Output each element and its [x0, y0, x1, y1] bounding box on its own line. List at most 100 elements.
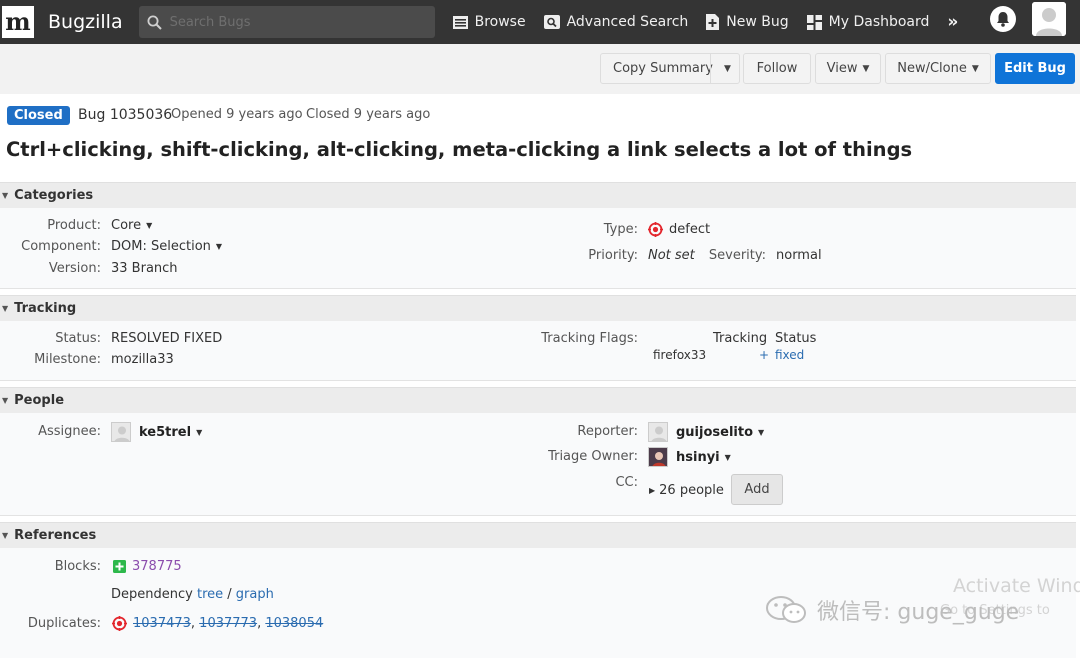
- top-nav: m Bugzilla Browse Advanced Search New Bu…: [0, 0, 1080, 44]
- product-text: Core: [111, 218, 142, 233]
- dependency-tree-link[interactable]: tree: [197, 587, 223, 602]
- milestone-label: Milestone:: [34, 352, 101, 367]
- reporter-dropdown-icon: ▼: [758, 427, 765, 437]
- product-dropdown-icon: ▼: [146, 221, 153, 230]
- reporter-value[interactable]: guijoselito ▼: [648, 422, 764, 442]
- collapse-triangle-icon: ▼: [2, 191, 9, 200]
- nav-advanced-search[interactable]: Advanced Search: [543, 14, 689, 30]
- search-box[interactable]: [138, 6, 435, 38]
- cc-toggle[interactable]: ▶ 26 people: [649, 483, 724, 498]
- duplicates-label: Duplicates:: [27, 616, 101, 631]
- browse-icon: [452, 15, 468, 29]
- new-bug-icon: [706, 14, 720, 30]
- cc-add-label: Add: [744, 482, 770, 497]
- opened-time: Opened 9 years ago: [171, 107, 303, 122]
- section-header-categories[interactable]: ▼ Categories: [0, 182, 1076, 208]
- search-input[interactable]: [169, 14, 410, 30]
- cc-add-button[interactable]: Add: [731, 474, 783, 505]
- section-body-people: Assignee: ke5trel ▼ Reporter: guijoselito…: [0, 413, 1076, 516]
- edit-bug-button[interactable]: Edit Bug: [995, 53, 1075, 84]
- reporter-avatar: [648, 422, 668, 442]
- view-button[interactable]: View ▼: [815, 53, 881, 84]
- bug-id[interactable]: Bug 1035036: [78, 107, 172, 123]
- flag-tracking-value[interactable]: +: [759, 348, 769, 362]
- copy-summary-dropdown-icon[interactable]: ▼: [724, 64, 731, 74]
- section-header-people[interactable]: ▼ People: [0, 387, 1076, 413]
- triage-owner-label: Triage Owner:: [548, 449, 638, 464]
- reporter-name: guijoselito: [676, 424, 754, 440]
- nav-my-dashboard[interactable]: My Dashboard: [806, 14, 930, 30]
- type-label: Type:: [603, 222, 638, 237]
- copy-summary-button[interactable]: Copy Summary ▼: [600, 53, 740, 84]
- nav-browse-label: Browse: [474, 14, 526, 30]
- triage-owner-value[interactable]: hsinyi ▼: [648, 447, 731, 467]
- priority-value: Not set: [648, 248, 695, 263]
- flag-status-value[interactable]: fixed: [775, 348, 804, 362]
- status-column-header: Status: [775, 331, 817, 346]
- section-title: People: [14, 393, 65, 408]
- nav-browse[interactable]: Browse: [452, 14, 526, 30]
- component-value[interactable]: DOM: Selection ▼: [111, 239, 222, 254]
- status-badge: Closed: [7, 106, 70, 125]
- section-body-categories: Product: Core ▼ Component: DOM: Selection…: [0, 208, 1076, 289]
- dependency-links: Dependency tree / graph: [111, 587, 274, 602]
- collapse-triangle-icon: ▼: [2, 304, 9, 313]
- app-name[interactable]: Bugzilla: [48, 11, 123, 33]
- triage-owner-dropdown-icon: ▼: [724, 452, 731, 462]
- nav-more-chevron-icon[interactable]: »: [947, 12, 958, 32]
- view-label: View: [826, 61, 858, 76]
- duplicate-bug-link[interactable]: 1038054: [265, 616, 323, 631]
- bug-summary[interactable]: Ctrl+clicking, shift-clicking, alt-click…: [6, 138, 912, 161]
- nav-advanced-search-label: Advanced Search: [566, 14, 689, 30]
- duplicate-bug-link[interactable]: 1037773: [199, 616, 257, 631]
- cc-count: 26 people: [659, 483, 724, 498]
- triage-owner-name: hsinyi: [676, 449, 720, 465]
- nav-new-bug[interactable]: New Bug: [706, 14, 789, 30]
- component-text: DOM: Selection: [111, 239, 211, 254]
- bug-toolbar: Copy Summary ▼ Follow View ▼ New/Clone ▼ E…: [0, 44, 1080, 94]
- flag-name: firefox33: [653, 348, 707, 362]
- follow-button[interactable]: Follow: [743, 53, 811, 84]
- priority-label: Priority:: [588, 248, 638, 263]
- mozilla-logo[interactable]: m: [2, 6, 34, 38]
- tracking-column-header: Tracking: [713, 331, 768, 346]
- product-value[interactable]: Core ▼: [111, 218, 152, 233]
- user-avatar[interactable]: [1032, 2, 1066, 36]
- assignee-label: Assignee:: [38, 424, 101, 439]
- reporter-label: Reporter:: [577, 424, 638, 439]
- component-dropdown-icon: ▼: [215, 242, 223, 251]
- dependency-graph-link[interactable]: graph: [236, 587, 274, 602]
- section-header-tracking[interactable]: ▼ Tracking: [0, 295, 1076, 321]
- assignee-dropdown-icon: ▼: [196, 427, 203, 437]
- assignee-value[interactable]: ke5trel ▼: [111, 422, 202, 442]
- notifications-bell-icon[interactable]: [990, 6, 1016, 32]
- advanced-search-icon: [543, 15, 560, 29]
- cc-label: CC:: [615, 475, 638, 490]
- blocks-label: Blocks:: [54, 559, 101, 574]
- new-clone-dropdown-icon: ▼: [971, 63, 979, 74]
- blocks-bug-link[interactable]: 378775: [132, 559, 182, 574]
- type-text: defect: [669, 222, 711, 237]
- section-header-references[interactable]: ▼ References: [0, 522, 1076, 548]
- collapse-triangle-icon: ▼: [2, 531, 9, 540]
- severity-label: Severity:: [708, 248, 766, 263]
- enhancement-icon: [113, 560, 126, 573]
- section-title: References: [14, 528, 97, 543]
- version-value: 33 Branch: [111, 261, 178, 276]
- triage-owner-avatar: [648, 447, 668, 467]
- severity-value: normal: [776, 248, 822, 263]
- wechat-icon: [765, 595, 809, 625]
- dashboard-icon: [806, 14, 822, 30]
- duplicate-bug-link[interactable]: 1037473: [133, 616, 191, 631]
- version-label: Version:: [48, 261, 101, 276]
- section-title: Categories: [14, 188, 94, 203]
- status-value: RESOLVED FIXED: [111, 331, 223, 346]
- new-clone-label: New/Clone: [897, 61, 967, 76]
- assignee-name: ke5trel: [139, 424, 192, 440]
- search-icon: [147, 15, 162, 30]
- nav-my-dashboard-label: My Dashboard: [828, 14, 930, 30]
- new-clone-button[interactable]: New/Clone ▼: [885, 53, 991, 84]
- view-dropdown-icon: ▼: [862, 63, 870, 74]
- milestone-value: mozilla33: [111, 352, 174, 367]
- blocks-value: 378775: [113, 559, 182, 574]
